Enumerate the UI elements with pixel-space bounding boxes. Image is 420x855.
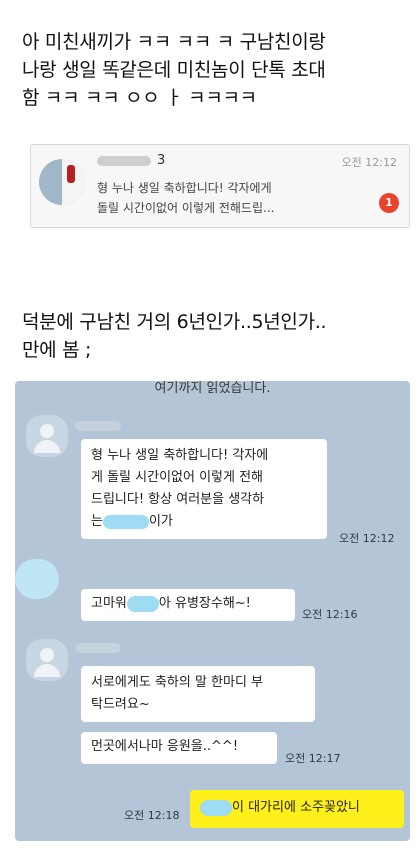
message-bubble: 서로에게도 축하의 말 한마디 부 탁드려요~	[81, 666, 315, 722]
caption-line: 덕분에 구남친 거의 6년인가..5년인가..	[22, 311, 327, 333]
message-time: 오전 12:18	[124, 809, 180, 822]
caption-top: 아 미친새끼가 ㅋㅋ ㅋㅋ ㅋ 구남친이랑 나랑 생일 똑같은데 미친놈이 단톡…	[22, 28, 406, 112]
sender-name: 3	[97, 153, 165, 168]
censored-avatar	[15, 559, 59, 599]
censored-name	[102, 514, 149, 529]
chat-screenshot: 여기까지 읽었습니다. 형 누나 생일 축하합니다! 각자에 게 돌릴 시간이없…	[15, 381, 410, 841]
message-bubble: 고마워 아 유병장수해~!	[81, 589, 295, 621]
read-marker: 여기까지 읽었습니다.	[154, 381, 271, 396]
censored-name	[97, 155, 151, 166]
message-time: 오전 12:17	[285, 752, 341, 765]
notification-card[interactable]: 3 오전 12:12 형 누나 생일 축하합니다! 각자에게 돌릴 시간이없어 …	[30, 144, 410, 228]
message-time: 오전 12:16	[302, 608, 358, 621]
profile-avatar[interactable]	[26, 639, 68, 681]
notification-preview-line: 돌릴 시간이없어 이렇게 전해드립...	[97, 201, 275, 215]
unread-badge: 1	[379, 193, 399, 213]
sender-avatar	[39, 159, 85, 205]
my-message-bubble: 이 대가리에 소주꽂았니	[190, 790, 404, 828]
caption-line: 함 ㅋㅋ ㅋㅋ ㅇㅇ ㅏ ㅋㅋㅋㅋ	[22, 87, 257, 109]
censored-name	[75, 643, 121, 653]
message-bubble: 먼곳에서나마 응원을..^^!	[81, 732, 277, 764]
caption-line: 아 미친새끼가 ㅋㅋ ㅋㅋ ㅋ 구남친이랑	[22, 31, 326, 53]
notification-time: 오전 12:12	[341, 156, 397, 169]
message-bubble: 형 누나 생일 축하합니다! 각자에 게 돌릴 시간이없어 이렇게 전해 드립니…	[81, 439, 327, 539]
censored-name	[126, 595, 159, 612]
notification-preview-line: 형 누나 생일 축하합니다! 각자에게	[97, 181, 272, 195]
message-time: 오전 12:12	[339, 532, 395, 545]
censored-name	[75, 421, 121, 431]
caption-middle: 덕분에 구남친 거의 6년인가..5년인가.. 만에 봄 ;	[22, 308, 406, 364]
caption-line: 나랑 생일 똑같은데 미친놈이 단톡 초대	[22, 59, 326, 81]
censored-name	[200, 799, 232, 816]
profile-avatar[interactable]	[26, 415, 68, 457]
caption-line: 만에 봄 ;	[22, 339, 92, 361]
